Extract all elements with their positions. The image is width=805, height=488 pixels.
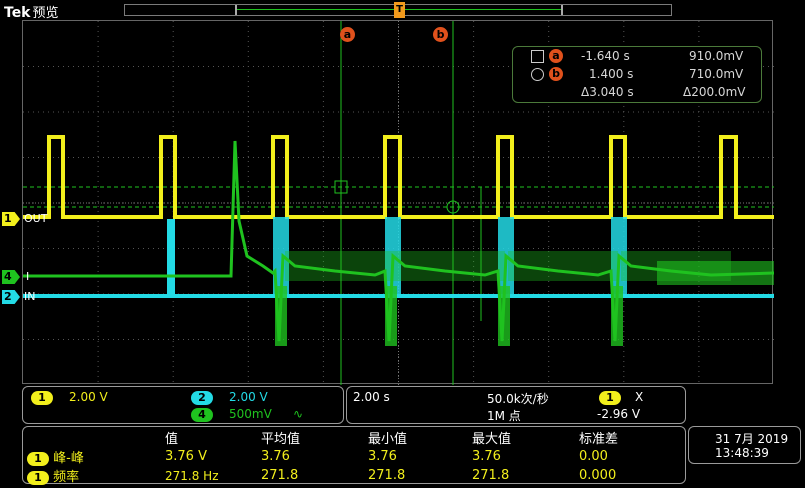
ch2-badge: 2 <box>191 391 213 405</box>
mode-label: 预览 <box>32 6 59 21</box>
ch4-badge: 4 <box>191 408 213 422</box>
ch4-noise-band <box>657 261 774 285</box>
measurement-row[interactable]: 1 频率 271.8 Hz 271.8 271.8 271.8 0.000 <box>27 466 669 485</box>
brand-name: Tek <box>4 5 31 21</box>
ch4-ringing <box>395 251 505 281</box>
measurement-name: 频率 <box>53 470 80 485</box>
cursor-readout-panel[interactable]: a -1.640 s 910.0mV b 1.400 s 710.0mV Δ3.… <box>512 46 762 103</box>
measurement-mean: 271.8 <box>261 468 299 483</box>
ch4-spike <box>385 286 397 346</box>
vertical-settings-panel[interactable]: 1 2.00 V 2 2.00 V 4 500mV ∿ <box>22 386 344 424</box>
cursor-delta-value: Δ200.0mV <box>683 85 746 99</box>
ch2-marker-label: IN <box>24 290 36 303</box>
time-label: 13:48:39 <box>715 446 769 460</box>
ac-coupling-icon: ∿ <box>293 407 304 421</box>
ch1-badge: 1 <box>31 391 53 405</box>
ch4-spike <box>275 286 287 346</box>
ch4-scale: 500mV <box>229 407 272 421</box>
measurement-std: 0.00 <box>579 449 608 464</box>
cursor-b-time: 1.400 s <box>589 67 634 81</box>
cursor-a-badge: a <box>549 49 563 63</box>
horizontal-trigger-panel[interactable]: 2.00 s 50.0k次/秒 1M 点 1 X -2.96 V <box>346 386 686 424</box>
trigger-slope-icon: X <box>635 390 644 404</box>
ch1-scale: 2.00 V <box>69 390 108 404</box>
ch4-marker-label: I <box>26 270 30 283</box>
header-std: 标准差 <box>579 432 619 447</box>
ch1-marker-num: 1 <box>2 212 20 226</box>
measurement-table: 值 平均值 最小值 最大值 标准差 1 峰-峰 3.76 V 3.76 3.76… <box>27 428 669 485</box>
measurement-value: 271.8 Hz <box>165 468 219 483</box>
measurement-max: 3.76 <box>472 449 501 464</box>
ch1-waveform <box>23 135 774 219</box>
circle-icon <box>531 68 544 81</box>
header-min: 最小值 <box>368 432 408 447</box>
ch2-marker-num: 2 <box>2 290 20 304</box>
measurement-header-row: 值 平均值 最小值 最大值 标准差 <box>27 428 669 447</box>
cursor-a-value: 910.0mV <box>689 49 744 63</box>
measurement-mean: 3.76 <box>261 449 290 464</box>
measurement-row[interactable]: 1 峰-峰 3.76 V 3.76 3.76 3.76 0.00 <box>27 447 669 466</box>
cursor-b-badge: b <box>549 67 563 81</box>
trigger-position-marker[interactable]: T <box>394 2 405 18</box>
measurement-ch-badge: 1 <box>27 471 49 485</box>
header-mean: 平均值 <box>261 432 301 447</box>
ch4-spike <box>498 286 510 346</box>
ch4-spike <box>611 286 623 346</box>
measurement-min: 271.8 <box>368 468 406 483</box>
cursor-delta-time: Δ3.040 s <box>581 85 634 99</box>
datetime-panel[interactable]: 31 7月 2019 13:48:39 <box>688 426 801 464</box>
sample-rate: 50.0k次/秒 <box>487 392 549 406</box>
ch4-ringing <box>508 251 618 281</box>
measurement-value: 3.76 V <box>165 449 207 464</box>
header-value: 值 <box>165 432 179 447</box>
cursor-b-value: 710.0mV <box>689 67 744 81</box>
trigger-source-badge: 1 <box>599 391 621 405</box>
measurement-min: 3.76 <box>368 449 397 464</box>
ch2-scale: 2.00 V <box>229 390 268 404</box>
square-icon <box>531 50 544 63</box>
measurement-std: 0.000 <box>579 468 617 483</box>
measurement-panel[interactable]: 值 平均值 最小值 最大值 标准差 1 峰-峰 3.76 V 3.76 3.76… <box>22 426 686 485</box>
cursor-b-tag[interactable]: b <box>433 27 448 42</box>
ch4-ringing <box>285 251 395 281</box>
ch1-marker-label: OUT <box>24 212 48 225</box>
header-max: 最大值 <box>472 432 512 447</box>
trigger-level: -2.96 V <box>597 407 641 421</box>
date-label: 31 7月 2019 <box>715 432 789 446</box>
record-length: 1M 点 <box>487 409 521 423</box>
measurement-max: 271.8 <box>472 468 510 483</box>
cursor-a-time: -1.640 s <box>581 49 630 63</box>
cursor-a-tag[interactable]: a <box>340 27 355 42</box>
ch4-marker-num: 4 <box>2 270 20 284</box>
brand-logo: Tek 预览 <box>4 2 59 21</box>
measurement-name: 峰-峰 <box>53 451 84 466</box>
timebase-value: 2.00 s <box>353 390 390 404</box>
measurement-ch-badge: 1 <box>27 452 49 466</box>
